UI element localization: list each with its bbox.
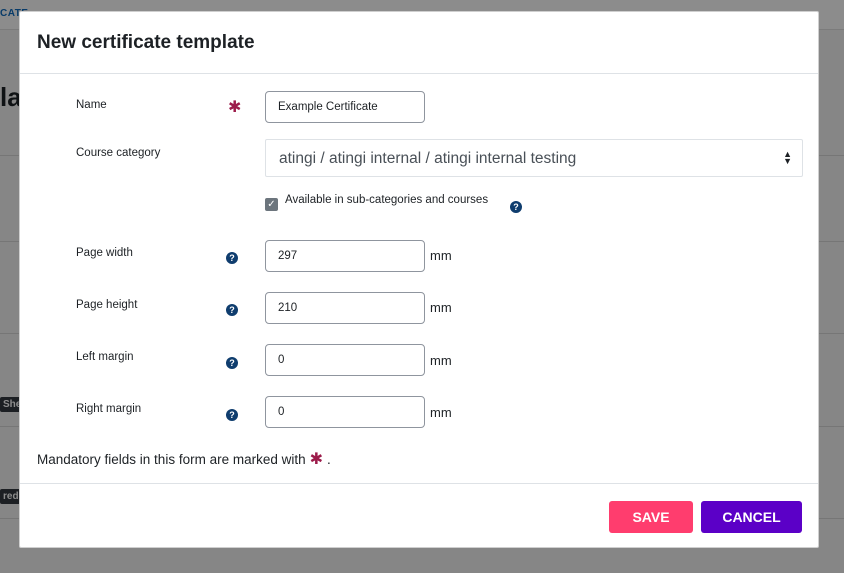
mandatory-note-text: Mandatory fields in this form are marked… <box>37 452 306 467</box>
name-label: Name <box>76 99 107 111</box>
subcategories-checkbox-label[interactable]: Available in sub-categories and courses <box>285 194 488 206</box>
page-width-unit: mm <box>430 248 452 263</box>
question-circle-icon[interactable]: ? <box>226 357 238 369</box>
question-circle-icon[interactable]: ? <box>510 201 522 213</box>
right-margin-input[interactable] <box>265 396 425 428</box>
cancel-button[interactable]: CANCEL <box>701 501 802 533</box>
question-circle-icon[interactable]: ? <box>226 409 238 421</box>
course-category-label: Course category <box>76 147 161 159</box>
required-asterisk-icon: ✱ <box>228 99 242 116</box>
new-certificate-template-dialog: New certificate template Name ✱ Course c… <box>19 11 819 548</box>
left-margin-label: Left margin <box>76 351 134 363</box>
sort-arrows-icon: ▲ ▼ <box>783 149 792 166</box>
question-circle-icon[interactable]: ? <box>226 252 238 264</box>
left-margin-unit: mm <box>430 353 452 368</box>
mandatory-note-suffix: . <box>327 452 331 467</box>
modal-title: New certificate template <box>37 32 255 53</box>
name-input[interactable] <box>265 91 425 123</box>
left-margin-input[interactable] <box>265 344 425 376</box>
question-circle-icon[interactable]: ? <box>226 304 238 316</box>
page-height-label: Page height <box>76 299 138 311</box>
subcategories-checkbox[interactable]: ✓ <box>265 198 278 211</box>
modal-footer: SAVE CANCEL <box>20 483 818 548</box>
right-margin-label: Right margin <box>76 403 142 415</box>
page-height-unit: mm <box>430 300 452 315</box>
checkmark-icon: ✓ <box>267 199 276 210</box>
course-category-selected-value: atingi / atingi internal / atingi intern… <box>279 150 577 167</box>
save-button[interactable]: SAVE <box>609 501 693 533</box>
mandatory-fields-note: Mandatory fields in this form are marked… <box>37 449 331 469</box>
required-asterisk-icon: ✱ <box>309 451 324 468</box>
modal-header: New certificate template <box>20 12 818 74</box>
page-width-input[interactable] <box>265 240 425 272</box>
page-width-label: Page width <box>76 247 133 259</box>
page-height-input[interactable] <box>265 292 425 324</box>
right-margin-unit: mm <box>430 405 452 420</box>
course-category-select[interactable]: atingi / atingi internal / atingi intern… <box>265 139 803 177</box>
